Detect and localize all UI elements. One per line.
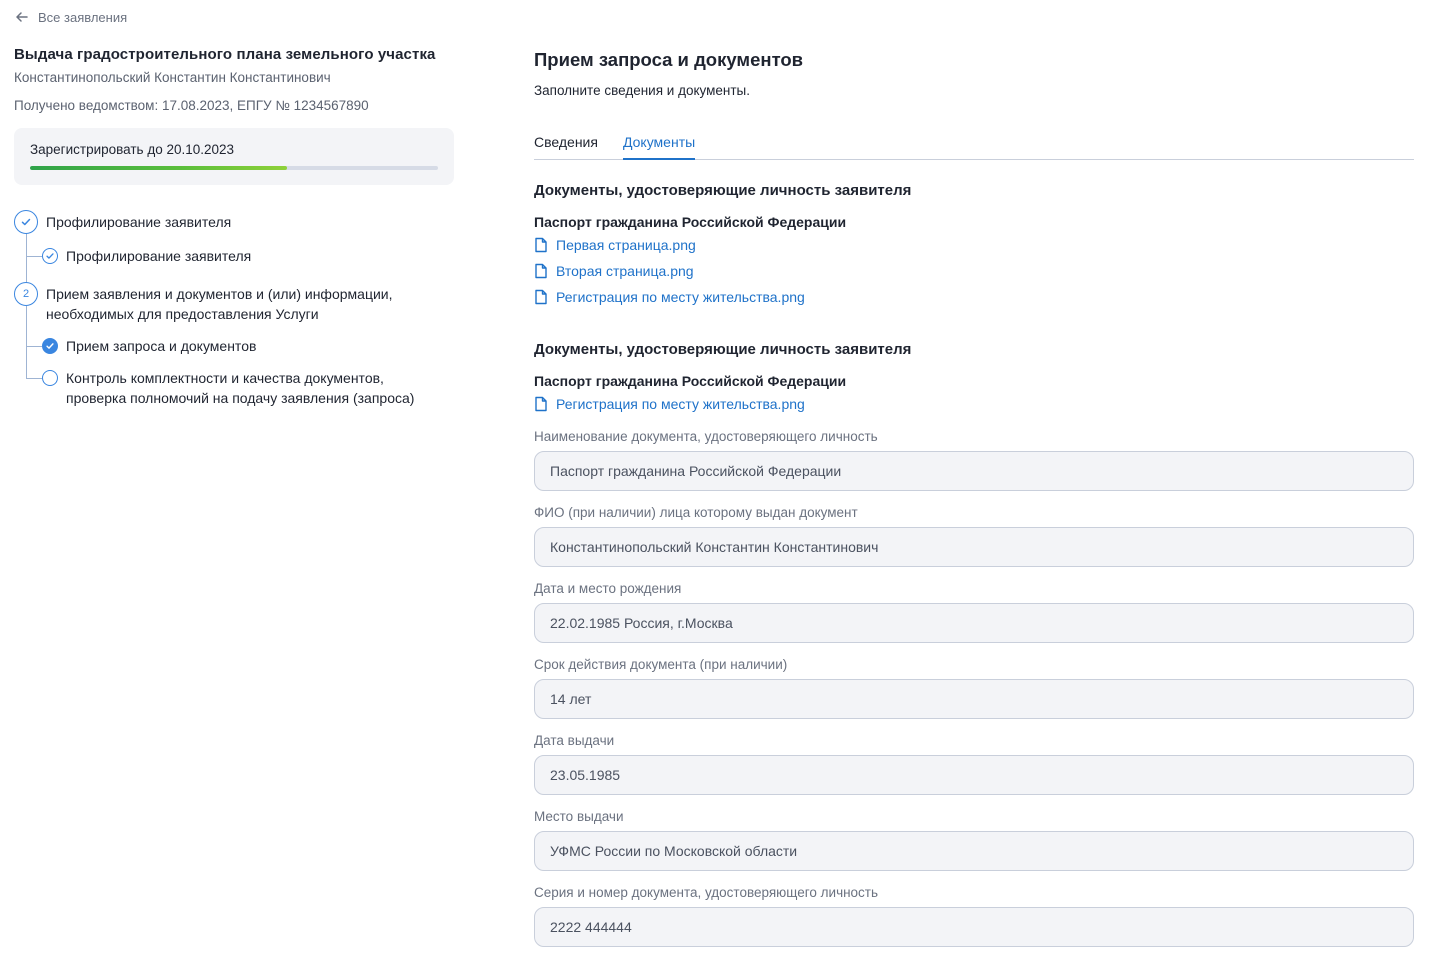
issue-date-field[interactable]: 23.05.1985: [534, 755, 1414, 795]
deadline-progress-fill: [30, 166, 288, 170]
full-name-field[interactable]: Константинопольский Константин Константи…: [534, 527, 1414, 567]
step-label: Профилирование заявителя: [46, 214, 232, 230]
deadline-card: Зарегистрировать до 20.10.2023: [14, 128, 454, 185]
case-received-info: Получено ведомством: 17.08.2023, ЕПГУ № …: [14, 98, 369, 113]
field-label-full-name: ФИО (при наличии) лица которому выдан до…: [534, 505, 858, 520]
file-link[interactable]: Первая страница.png: [534, 237, 696, 253]
page-subtitle: Заполните сведения и документы.: [534, 83, 750, 98]
step-connector: [26, 378, 42, 379]
tab-details[interactable]: Сведения: [534, 134, 598, 158]
step-connector: [26, 256, 42, 257]
step-acceptance[interactable]: 2 Прием заявления и документов и (или) и…: [14, 282, 393, 324]
file-link[interactable]: Вторая страница.png: [534, 263, 694, 279]
file-name: Регистрация по месту жительства.png: [556, 396, 805, 412]
birth-date-place-field[interactable]: 22.02.1985 Россия, г.Москва: [534, 603, 1414, 643]
file-name: Вторая страница.png: [556, 263, 694, 279]
step-done-icon: [14, 210, 38, 234]
substep-label: Профилирование заявителя: [66, 248, 252, 264]
field-label-document-name: Наименование документа, удостоверяющего …: [534, 429, 878, 444]
file-name: Регистрация по месту жительства.png: [556, 289, 805, 305]
file-icon: [535, 263, 547, 279]
field-label-issue-date: Дата выдачи: [534, 733, 615, 748]
case-title: Выдача градостроительного плана земельно…: [14, 46, 436, 63]
deadline-progress-bar: [30, 166, 438, 170]
section-title: Документы, удостоверяющие личность заяви…: [534, 182, 912, 199]
back-link-label: Все заявления: [38, 9, 128, 25]
substep-completeness-check[interactable]: Контроль комплектности и качества докуме…: [42, 370, 414, 408]
substep-label: Контроль комплектности и качества докуме…: [66, 370, 384, 386]
validity-period-field[interactable]: 14 лет: [534, 679, 1414, 719]
file-link[interactable]: Регистрация по месту жительства.png: [534, 289, 805, 305]
substep-label: Прием запроса и документов: [66, 338, 257, 354]
substep-current-icon: [42, 338, 58, 354]
substep-pending-icon: [42, 370, 58, 386]
step-profiling[interactable]: Профилирование заявителя: [14, 210, 231, 234]
step-label: необходимых для предоставления Услуги: [46, 306, 319, 322]
field-label-validity: Срок действия документа (при наличии): [534, 657, 788, 672]
substep-profiling[interactable]: Профилирование заявителя: [42, 248, 251, 266]
file-icon: [535, 396, 547, 412]
document-title: Паспорт гражданина Российской Федерации: [534, 214, 847, 230]
file-name: Первая страница.png: [556, 237, 696, 253]
page-title: Прием запроса и документов: [534, 49, 804, 70]
file-icon: [535, 237, 547, 253]
field-label-birth: Дата и место рождения: [534, 581, 682, 596]
section-title: Документы, удостоверяющие личность заяви…: [534, 341, 912, 358]
step-connector: [26, 346, 42, 347]
issue-place-field[interactable]: УФМС России по Московской области: [534, 831, 1414, 871]
field-label-series-number: Серия и номер документа, удостоверяющего…: [534, 885, 879, 900]
series-number-field[interactable]: 2222 444444: [534, 907, 1414, 947]
field-label-issue-place: Место выдачи: [534, 809, 624, 824]
case-applicant: Константинопольский Константин Константи…: [14, 70, 331, 85]
document-title: Паспорт гражданина Российской Федерации: [534, 373, 847, 389]
substep-label: проверка полномочий на подачу заявления …: [66, 390, 415, 406]
step-label: Прием заявления и документов и (или) инф…: [46, 286, 393, 302]
arrow-left-icon: [16, 12, 28, 22]
deadline-label: Зарегистрировать до 20.10.2023: [30, 142, 235, 157]
tab-documents[interactable]: Документы: [623, 134, 696, 160]
file-link[interactable]: Регистрация по месту жительства.png: [534, 396, 805, 412]
step-number-badge: 2: [14, 282, 38, 306]
file-icon: [535, 289, 547, 305]
back-link[interactable]: Все заявления: [14, 9, 127, 25]
substep-request-intake[interactable]: Прием запроса и документов: [42, 338, 256, 356]
document-name-field[interactable]: Паспорт гражданина Российской Федерации: [534, 451, 1414, 491]
tabs-bar: Сведения Документы: [534, 134, 1414, 160]
substep-done-icon: [42, 248, 58, 264]
